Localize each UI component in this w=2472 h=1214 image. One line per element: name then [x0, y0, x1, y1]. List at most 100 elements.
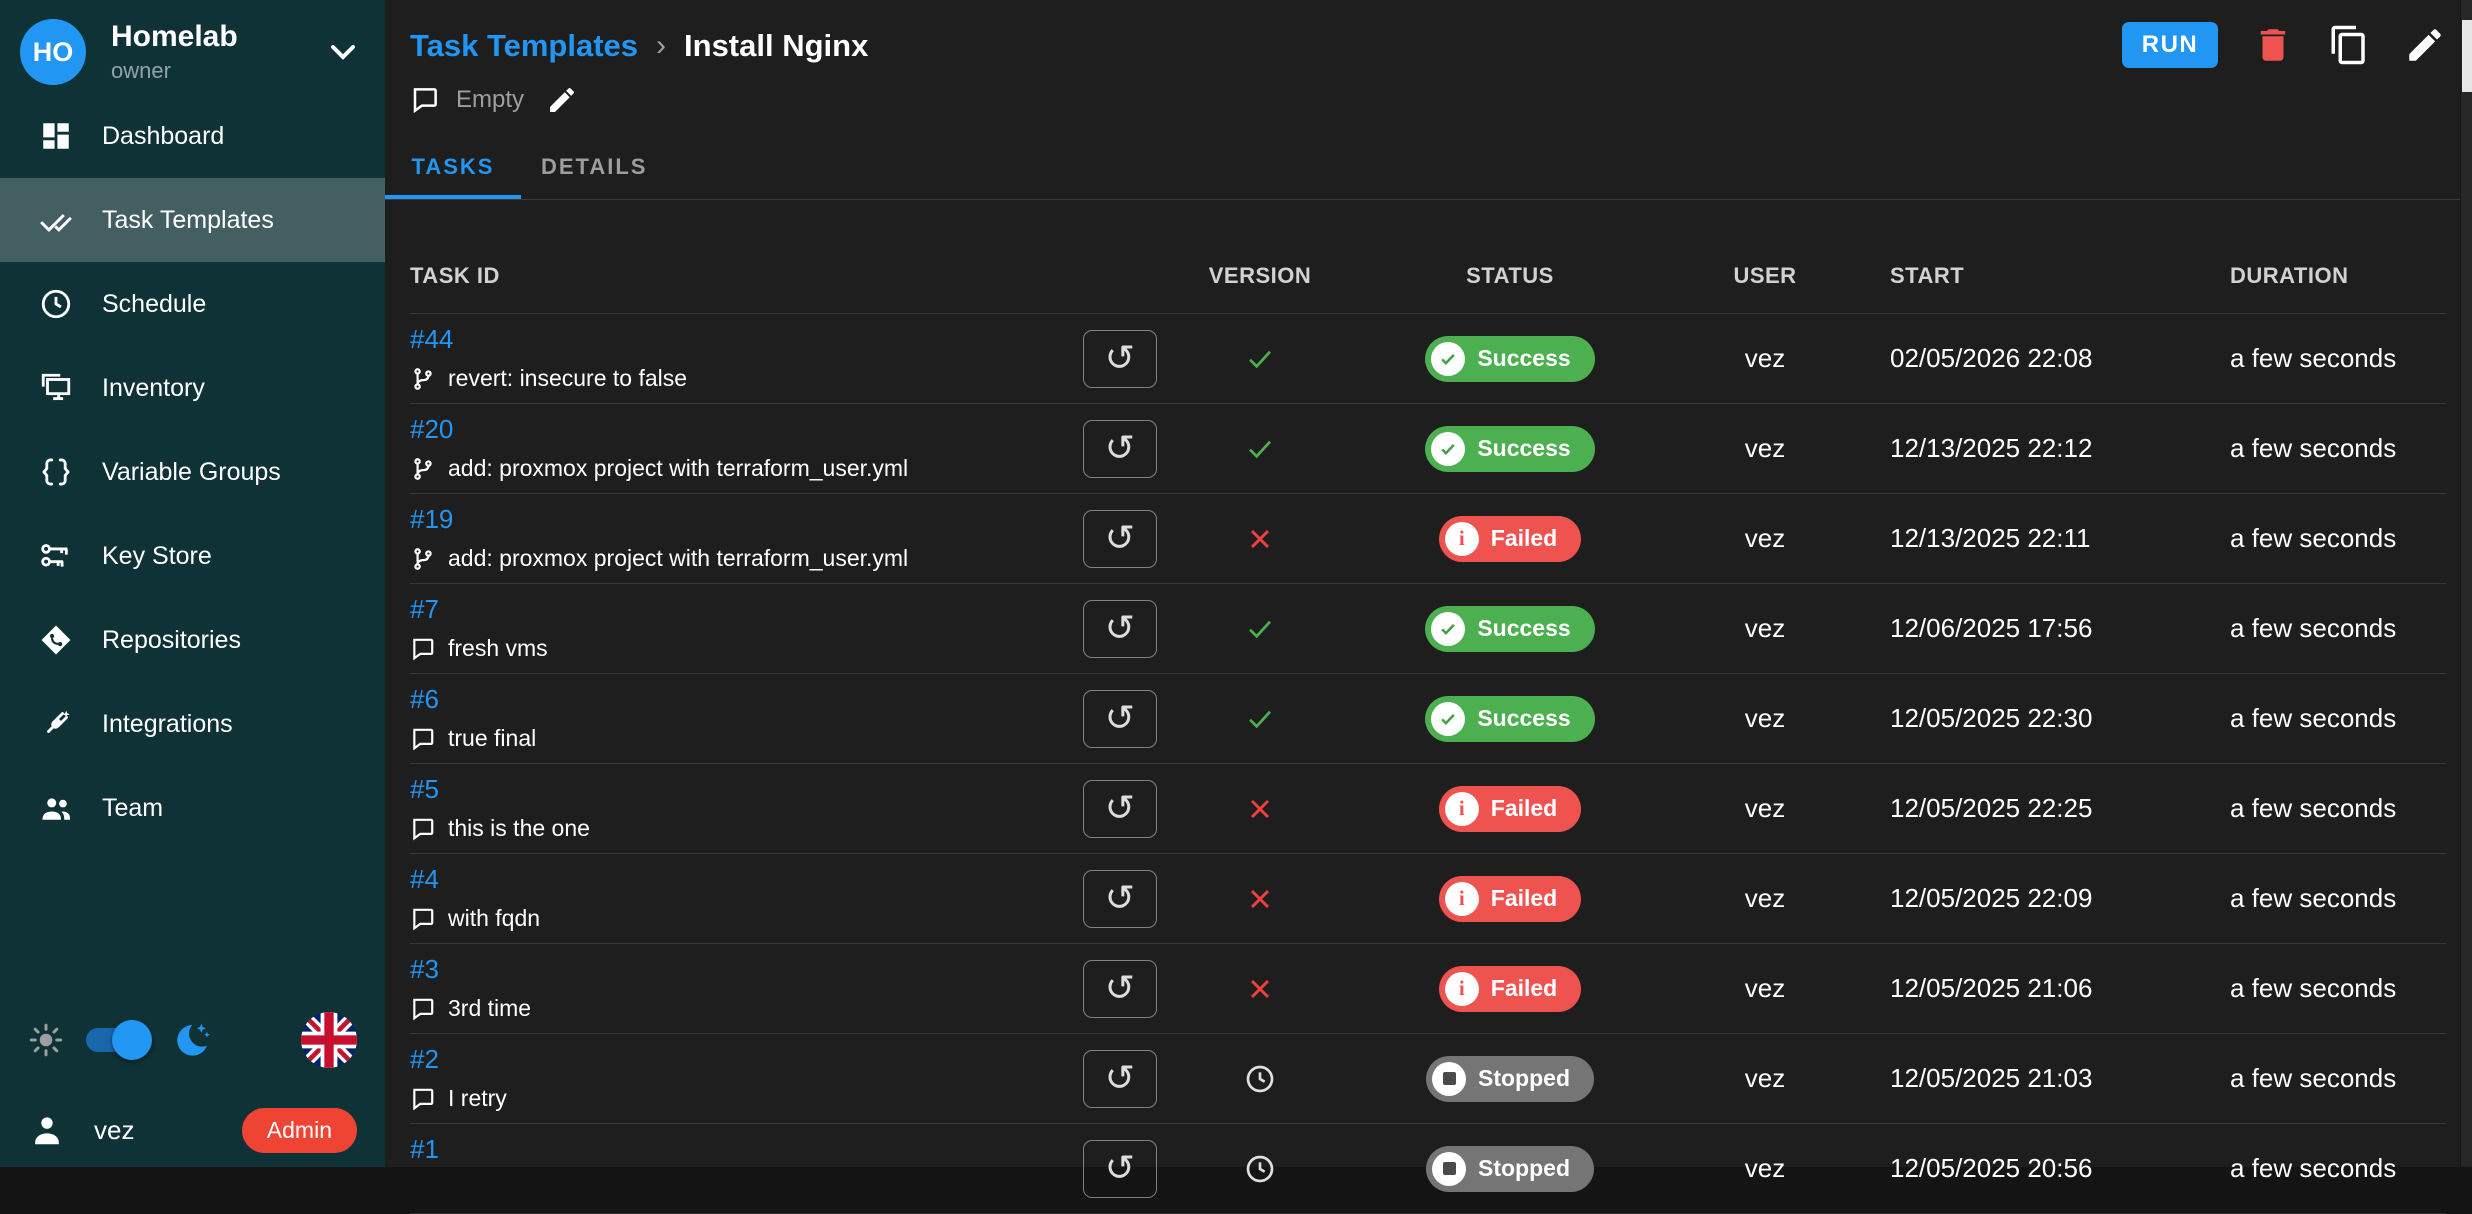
- status-label: Success: [1477, 705, 1570, 732]
- status-badge: Stopped: [1426, 1056, 1594, 1102]
- rollback-button[interactable]: ↺: [1083, 510, 1157, 568]
- task-duration: a few seconds: [2210, 523, 2446, 554]
- task-start: 12/05/2025 20:56: [1850, 1153, 2210, 1184]
- rollback-button[interactable]: ↺: [1083, 1050, 1157, 1108]
- error-info-icon: i: [1445, 972, 1479, 1006]
- success-check-icon: [1431, 612, 1465, 646]
- sidebar-item-repositories[interactable]: Repositories: [0, 598, 385, 682]
- theme-toggle[interactable]: [86, 1028, 148, 1052]
- task-id-link[interactable]: #2: [410, 1044, 439, 1075]
- edit-description-icon[interactable]: [546, 84, 578, 116]
- rollback-button[interactable]: ↺: [1083, 330, 1157, 388]
- task-id-link[interactable]: #6: [410, 684, 439, 715]
- task-id-link[interactable]: #3: [410, 954, 439, 985]
- comment-icon: [410, 906, 436, 932]
- comment-icon: [410, 816, 436, 842]
- git-icon: [36, 620, 76, 660]
- status-label: Success: [1477, 345, 1570, 372]
- version-failed-icon: [1244, 793, 1276, 825]
- task-id-link[interactable]: #20: [410, 414, 453, 445]
- tab-details[interactable]: DETAILS: [521, 138, 667, 199]
- sidebar-item-team[interactable]: Team: [0, 766, 385, 850]
- run-button[interactable]: RUN: [2122, 22, 2218, 68]
- success-check-icon: [1431, 342, 1465, 376]
- stop-icon: [1432, 1062, 1466, 1096]
- task-id-link[interactable]: #4: [410, 864, 439, 895]
- theme-row: [0, 1003, 385, 1077]
- project-selector[interactable]: HO Homelab owner: [0, 0, 385, 104]
- language-flag-uk[interactable]: [301, 1012, 357, 1068]
- edit-button[interactable]: [2404, 24, 2446, 66]
- sidebar: HO Homelab owner DashboardTask Templates…: [0, 0, 385, 1167]
- status-badge: iFailed: [1439, 516, 1581, 562]
- rollback-icon: ↺: [1105, 1058, 1135, 1099]
- task-user: vez: [1680, 523, 1850, 554]
- clock-icon: [36, 284, 76, 324]
- user-row[interactable]: vez Admin: [0, 1093, 385, 1167]
- table-row: #2I retry↺Stoppedvez12/05/2025 21:03a fe…: [410, 1034, 2446, 1124]
- sidebar-item-task-templates[interactable]: Task Templates: [0, 178, 385, 262]
- people-icon: [36, 788, 76, 828]
- comment-icon: [410, 1086, 436, 1112]
- sidebar-item-label: Inventory: [102, 374, 205, 403]
- task-start: 12/06/2025 17:56: [1850, 613, 2210, 644]
- sidebar-item-key-store[interactable]: Key Store: [0, 514, 385, 598]
- rollback-icon: ↺: [1105, 788, 1135, 829]
- task-id-link[interactable]: #7: [410, 594, 439, 625]
- col-status: STATUS: [1340, 263, 1680, 313]
- rollback-button[interactable]: ↺: [1083, 600, 1157, 658]
- sidebar-item-integrations[interactable]: Integrations: [0, 682, 385, 766]
- keys-icon: [36, 536, 76, 576]
- task-id-link[interactable]: #44: [410, 324, 453, 355]
- commit-message: add: proxmox project with terraform_user…: [448, 545, 908, 572]
- status-badge: i Failed: [1439, 966, 1581, 1012]
- sidebar-item-label: Variable Groups: [102, 458, 281, 487]
- sidebar-item-schedule[interactable]: Schedule: [0, 262, 385, 346]
- error-info-icon: i: [1445, 882, 1479, 916]
- rollback-button[interactable]: ↺: [1083, 690, 1157, 748]
- rollback-icon: ↺: [1105, 1148, 1135, 1189]
- task-start: 12/05/2025 22:30: [1850, 703, 2210, 734]
- admin-badge: Admin: [242, 1108, 357, 1153]
- status-badge: iFailed: [1439, 786, 1581, 832]
- theme-toggle-thumb[interactable]: [112, 1020, 152, 1060]
- rollback-icon: ↺: [1105, 878, 1135, 919]
- sidebar-item-inventory[interactable]: Inventory: [0, 346, 385, 430]
- sidebar-item-variable-groups[interactable]: Variable Groups: [0, 430, 385, 514]
- sidebar-item-dashboard[interactable]: Dashboard: [0, 94, 385, 178]
- task-user: vez: [1680, 883, 1850, 914]
- rollback-button[interactable]: ↺: [1083, 1140, 1157, 1198]
- rollback-button[interactable]: ↺: [1083, 960, 1157, 1018]
- project-name: Homelab: [111, 20, 238, 55]
- rollback-button[interactable]: ↺: [1083, 780, 1157, 838]
- rollback-button[interactable]: ↺: [1083, 870, 1157, 928]
- delete-button[interactable]: [2252, 24, 2294, 66]
- breadcrumb-separator-icon: ›: [656, 29, 666, 63]
- error-info-icon: i: [1445, 792, 1479, 826]
- table-body: #44revert: insecure to false↺Successvez0…: [385, 314, 2460, 1214]
- task-id-link[interactable]: #5: [410, 774, 439, 805]
- template-description: Empty: [456, 86, 524, 114]
- col-rollback: [1060, 289, 1180, 313]
- comment-icon: [410, 85, 440, 115]
- task-id-link[interactable]: #1: [410, 1134, 439, 1165]
- scrollbar-track[interactable]: [2460, 0, 2472, 1167]
- table-header: TASK ID VERSION STATUS USER START DURATI…: [410, 200, 2446, 314]
- version-waiting-clock-icon: [1244, 1153, 1276, 1185]
- task-id-link[interactable]: #19: [410, 504, 453, 535]
- sidebar-item-label: Schedule: [102, 290, 206, 319]
- version-failed-icon: [1244, 523, 1276, 555]
- status-badge: Success: [1425, 606, 1594, 652]
- rollback-icon: ↺: [1105, 608, 1135, 649]
- tab-tasks[interactable]: TASKS: [385, 138, 521, 199]
- breadcrumb-parent-link[interactable]: Task Templates: [410, 28, 638, 64]
- comment-icon: [410, 996, 436, 1022]
- rollback-button[interactable]: ↺: [1083, 420, 1157, 478]
- table-row: #4with fqdn↺iFailedvez12/05/2025 22:09a …: [410, 854, 2446, 944]
- scrollbar-thumb[interactable]: [2462, 20, 2472, 92]
- status-label: Failed: [1491, 975, 1557, 1002]
- page-title: Install Nginx: [684, 28, 868, 64]
- copy-button[interactable]: [2328, 24, 2370, 66]
- task-duration: a few seconds: [2210, 883, 2446, 914]
- chevron-down-icon: [323, 32, 363, 72]
